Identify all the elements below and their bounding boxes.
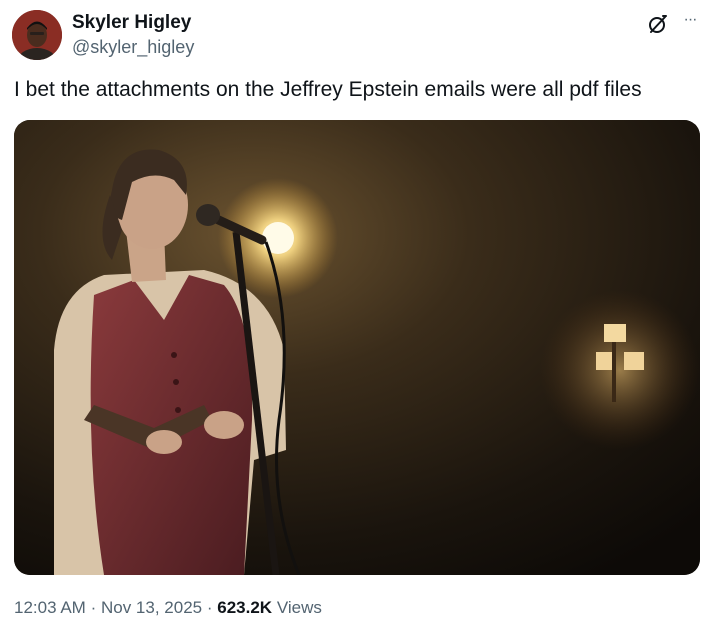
tweet-time[interactable]: 12:03 AM [14, 598, 86, 617]
profile-photo-icon [12, 10, 62, 60]
display-name[interactable]: Skyler Higley [72, 11, 191, 35]
views-count: 623.2K [217, 598, 273, 617]
more-options-icon[interactable]: ··· [678, 10, 702, 34]
user-handle[interactable]: @skyler_higley [72, 36, 194, 58]
tweet-card: Skyler Higley @skyler_higley ··· I bet t… [0, 0, 716, 634]
avatar[interactable] [12, 10, 62, 60]
meta-separator: · [206, 598, 213, 617]
views-label: Views [276, 598, 322, 617]
meta-separator: · [90, 598, 97, 617]
grok-icon[interactable] [646, 12, 670, 36]
tweet-date[interactable]: Nov 13, 2025 [101, 598, 202, 617]
tweet-text: I bet the attachments on the Jeffrey Eps… [14, 78, 642, 101]
tweet-photo[interactable] [14, 120, 700, 575]
photo-image [14, 120, 700, 575]
tweet-meta: 12:03 AM · Nov 13, 2025 · 623.2K Views [14, 596, 322, 620]
